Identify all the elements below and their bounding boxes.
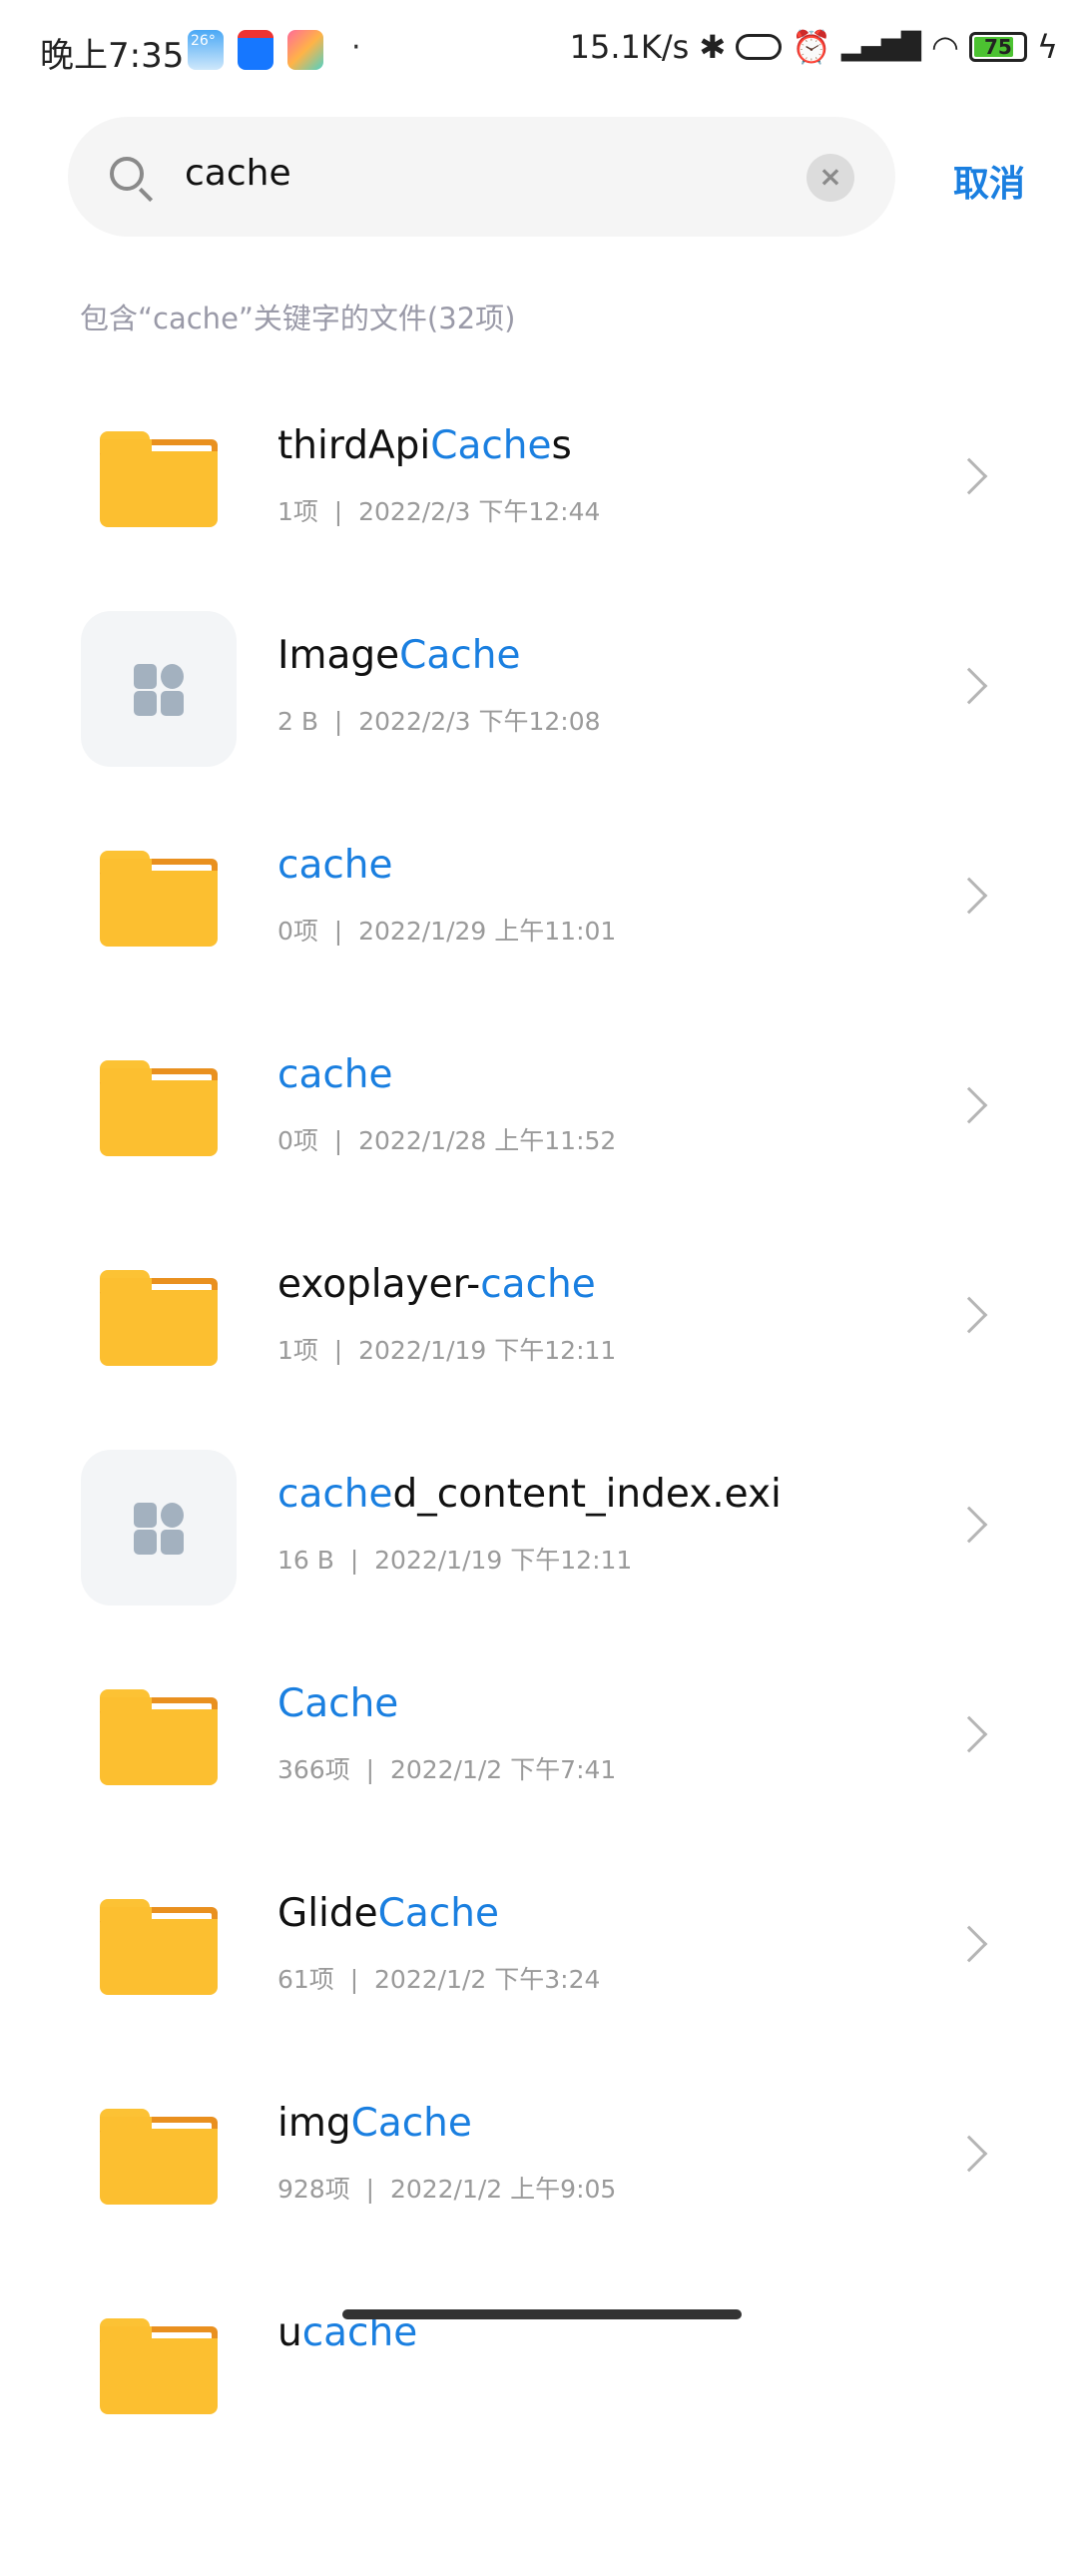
search-input[interactable]: [185, 153, 744, 194]
item-name: imgCache: [277, 2101, 472, 2146]
folder-icon: [100, 431, 218, 527]
name-match-highlight: Cache: [350, 2101, 472, 2146]
item-date: 2022/2/3 下午12:44: [358, 497, 601, 526]
search-box[interactable]: ×: [68, 117, 895, 237]
battery-icon: 75: [968, 32, 1027, 62]
alarm-icon: ⏰: [792, 28, 831, 66]
item-size: 0项: [277, 917, 318, 946]
folder-icon: [100, 2318, 218, 2414]
name-text: thirdApi: [277, 423, 431, 468]
name-match-highlight: cache: [277, 843, 393, 888]
folder-icon: [100, 1060, 218, 1156]
item-meta: 0项 | 2022/1/28 上午11:52: [277, 1126, 617, 1155]
item-size: 16 B: [277, 1546, 334, 1575]
network-speed: 15.1K/s: [569, 28, 690, 66]
item-name: exoplayer-cache: [277, 1262, 596, 1307]
bluetooth-icon: ✱: [699, 28, 727, 66]
item-meta: 1项 | 2022/2/3 下午12:44: [277, 497, 601, 526]
item-meta: 1项 | 2022/1/19 下午12:11: [277, 1336, 617, 1365]
more-notifications-dot: ·: [351, 30, 361, 65]
item-meta: 16 B | 2022/1/19 下午12:11: [277, 1546, 633, 1575]
item-name: cached_content_index.exi: [277, 1472, 782, 1517]
clock: 晚上7:35: [40, 36, 185, 76]
name-match-highlight: cache: [277, 1052, 393, 1097]
item-date: 2022/1/2 下午3:24: [374, 1965, 601, 1994]
item-size: 366项: [277, 1755, 350, 1784]
result-summary: 包含“cache”关键字的文件(32项): [80, 302, 516, 335]
item-date: 2022/1/28 上午11:52: [358, 1126, 617, 1155]
name-text: u: [277, 2310, 302, 2355]
item-date: 2022/1/19 下午12:11: [374, 1546, 633, 1575]
folder-icon: [100, 1899, 218, 1995]
item-date: 2022/1/19 下午12:11: [358, 1336, 617, 1365]
list-item[interactable]: ucache: [0, 2310, 1078, 2576]
item-size: 1项: [277, 1336, 318, 1365]
file-icon: [81, 1450, 237, 1606]
game-app-icon: [287, 30, 323, 70]
folder-icon: [100, 851, 218, 947]
name-match-highlight: Cache: [430, 423, 552, 468]
folder-icon: [100, 1689, 218, 1785]
item-name: cache: [277, 843, 393, 888]
item-date: 2022/1/2 下午7:41: [389, 1755, 617, 1784]
status-bar: 晚上7:35 26° · 15.1K/s ✱ ⏰ ▂▄▆█ ◠ 75 ϟ: [0, 0, 1078, 100]
name-text: d_content_index.exi: [392, 1472, 782, 1517]
item-meta: 0项 | 2022/1/29 上午11:01: [277, 917, 617, 946]
clear-search-button[interactable]: ×: [807, 154, 854, 202]
search-icon: [110, 157, 144, 191]
signal-icon: ▂▄▆█: [840, 32, 921, 62]
cancel-button[interactable]: 取消: [953, 155, 1025, 207]
name-match-highlight: Cache: [277, 1681, 399, 1726]
name-text: img: [277, 2101, 351, 2146]
home-indicator[interactable]: [342, 2309, 742, 2319]
item-name: cache: [277, 1052, 393, 1097]
wifi-icon: ◠: [930, 28, 959, 66]
status-icons: 15.1K/s ✱ ⏰ ▂▄▆█ ◠ 75 ϟ: [570, 28, 1058, 66]
chevron-right-icon: [950, 457, 988, 495]
item-meta: 61项 | 2022/1/2 下午3:24: [277, 1965, 601, 1994]
name-text: s: [551, 423, 572, 468]
item-date: 2022/1/2 上午9:05: [389, 2175, 617, 2204]
item-meta: 366项 | 2022/1/2 下午7:41: [277, 1755, 617, 1784]
item-meta: 928项 | 2022/1/2 上午9:05: [277, 2175, 617, 2204]
name-match-highlight: cache: [277, 1472, 393, 1517]
name-match-highlight: Cache: [399, 633, 521, 678]
toggle-icon: [736, 34, 783, 60]
item-meta: 2 B | 2022/2/3 下午12:08: [277, 707, 601, 736]
item-name: thirdApiCaches: [277, 423, 572, 468]
alipay-app-icon: [238, 30, 273, 70]
name-match-highlight: Cache: [377, 1891, 499, 1936]
item-size: 2 B: [277, 707, 319, 736]
folder-icon: [100, 2109, 218, 2205]
name-text: Image: [277, 633, 400, 678]
item-date: 2022/1/29 上午11:01: [358, 917, 617, 946]
name-match-highlight: cache: [480, 1262, 596, 1307]
item-name: ImageCache: [277, 633, 520, 678]
item-name: GlideCache: [277, 1891, 499, 1936]
item-size: 61项: [277, 1965, 334, 1994]
item-size: 928项: [277, 2175, 350, 2204]
item-size: 1项: [277, 497, 318, 526]
weather-app-icon: 26°: [188, 30, 224, 70]
item-date: 2022/2/3 下午12:08: [358, 707, 601, 736]
item-name: Cache: [277, 1681, 398, 1726]
file-icon: [81, 611, 237, 767]
name-text: exoplayer-: [277, 1262, 481, 1307]
item-size: 0项: [277, 1126, 318, 1155]
name-text: Glide: [277, 1891, 378, 1936]
folder-icon: [100, 1270, 218, 1366]
charging-icon: ϟ: [1036, 28, 1058, 66]
